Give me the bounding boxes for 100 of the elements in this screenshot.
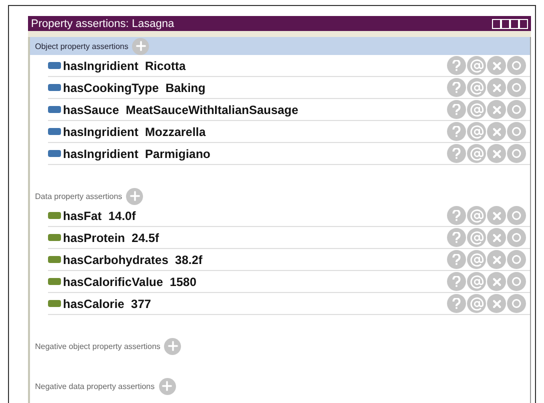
at-sign-icon: [470, 208, 484, 222]
at-sign-icon: [470, 124, 484, 138]
delete-button[interactable]: [487, 56, 506, 75]
delete-button[interactable]: [487, 78, 506, 97]
data-property-icon: [48, 278, 61, 285]
edit-button[interactable]: [507, 272, 526, 291]
annotate-button[interactable]: [467, 272, 486, 291]
help-icon: [452, 126, 461, 137]
at-sign-icon: [470, 80, 484, 94]
annotate-button[interactable]: [467, 56, 486, 75]
assertion-text: hasFat 14.0f: [63, 208, 137, 222]
help-icon: [452, 148, 461, 159]
close-icon: [490, 126, 502, 138]
section-title: Negative data property assertions: [35, 382, 155, 390]
ring-icon: [512, 255, 521, 264]
assertion-text: hasCalorificValue 1580: [63, 274, 198, 288]
add-button[interactable]: [126, 188, 144, 204]
delete-button[interactable]: [487, 294, 506, 313]
help-icon: [452, 232, 461, 243]
close-icon: [490, 254, 502, 266]
close-icon: [490, 232, 502, 244]
assertion-text: hasIngridient Parmigiano: [63, 146, 212, 160]
assertion-row[interactable]: hasFat 14.0f: [48, 205, 530, 227]
section-title: Negative object property assertions: [35, 342, 160, 350]
assertion-text: hasCarbohydrates 38.2f: [63, 252, 204, 266]
ring-icon: [512, 299, 521, 308]
ring-icon: [512, 61, 521, 70]
assertion-text: hasProtein 24.5f: [63, 230, 160, 244]
help-button[interactable]: [447, 100, 466, 119]
assertion-row[interactable]: hasCarbohydrates 38.2f: [48, 249, 530, 271]
object-property-icon: [48, 128, 61, 135]
edit-button[interactable]: [507, 250, 526, 269]
edit-button[interactable]: [507, 100, 526, 119]
assertion-row[interactable]: hasIngridient Mozzarella: [48, 121, 530, 143]
delete-button[interactable]: [487, 228, 506, 247]
delete-button[interactable]: [487, 122, 506, 141]
delete-button[interactable]: [487, 144, 506, 163]
add-button[interactable]: [158, 378, 176, 394]
help-icon: [452, 104, 461, 115]
help-icon: [452, 82, 461, 93]
edit-button[interactable]: [507, 122, 526, 141]
close-icon: [490, 210, 502, 222]
at-sign-icon: [470, 252, 484, 266]
assertion-row[interactable]: hasIngridient Parmigiano: [48, 143, 530, 165]
assertion-row[interactable]: hasCalorificValue 1580: [48, 271, 530, 293]
ring-icon: [512, 277, 521, 286]
assertion-row[interactable]: hasSauce MeatSauceWithItalianSausage: [48, 99, 530, 121]
edit-button[interactable]: [507, 294, 526, 313]
annotate-button[interactable]: [467, 100, 486, 119]
annotate-button[interactable]: [467, 122, 486, 141]
assertion-text: hasIngridient Ricotta: [63, 58, 187, 72]
help-button[interactable]: [447, 272, 466, 291]
data-property-icon: [48, 234, 61, 241]
at-sign-icon: [470, 58, 484, 72]
edit-button[interactable]: [507, 228, 526, 247]
delete-button[interactable]: [487, 206, 506, 225]
at-sign-icon: [470, 274, 484, 288]
delete-button[interactable]: [487, 250, 506, 269]
plus-icon: [128, 189, 142, 203]
help-button[interactable]: [447, 250, 466, 269]
window-controls-icon[interactable]: [492, 18, 528, 28]
annotate-button[interactable]: [467, 294, 486, 313]
edit-button[interactable]: [507, 78, 526, 97]
at-sign-icon: [470, 296, 484, 310]
edit-button[interactable]: [507, 206, 526, 225]
help-button[interactable]: [447, 228, 466, 247]
help-button[interactable]: [447, 122, 466, 141]
help-button[interactable]: [447, 56, 466, 75]
data-property-icon: [48, 300, 61, 307]
help-button[interactable]: [447, 144, 466, 163]
plus-icon: [166, 339, 180, 353]
data-property-icon: [48, 212, 61, 219]
annotate-button[interactable]: [467, 250, 486, 269]
help-icon: [452, 276, 461, 287]
delete-button[interactable]: [487, 100, 506, 119]
at-sign-icon: [470, 230, 484, 244]
data-property-icon: [48, 256, 61, 263]
assertion-row[interactable]: hasIngridient Ricotta: [48, 55, 530, 77]
assertion-row[interactable]: hasProtein 24.5f: [48, 227, 530, 249]
edit-button[interactable]: [507, 144, 526, 163]
add-button[interactable]: [164, 338, 182, 354]
annotate-button[interactable]: [467, 206, 486, 225]
assertion-row[interactable]: hasCookingType Baking: [48, 77, 530, 99]
annotate-button[interactable]: [467, 78, 486, 97]
at-sign-icon: [470, 102, 484, 116]
annotate-button[interactable]: [467, 144, 486, 163]
close-icon: [490, 276, 502, 288]
close-icon: [490, 298, 502, 310]
help-button[interactable]: [447, 206, 466, 225]
annotate-button[interactable]: [467, 228, 486, 247]
help-button[interactable]: [447, 78, 466, 97]
close-icon: [490, 148, 502, 160]
ring-icon: [512, 211, 521, 220]
add-button[interactable]: [132, 38, 150, 54]
help-button[interactable]: [447, 294, 466, 313]
delete-button[interactable]: [487, 272, 506, 291]
edit-button[interactable]: [507, 56, 526, 75]
ring-icon: [512, 83, 521, 92]
plus-icon: [134, 39, 148, 53]
assertion-row[interactable]: hasCalorie 377: [48, 293, 530, 315]
